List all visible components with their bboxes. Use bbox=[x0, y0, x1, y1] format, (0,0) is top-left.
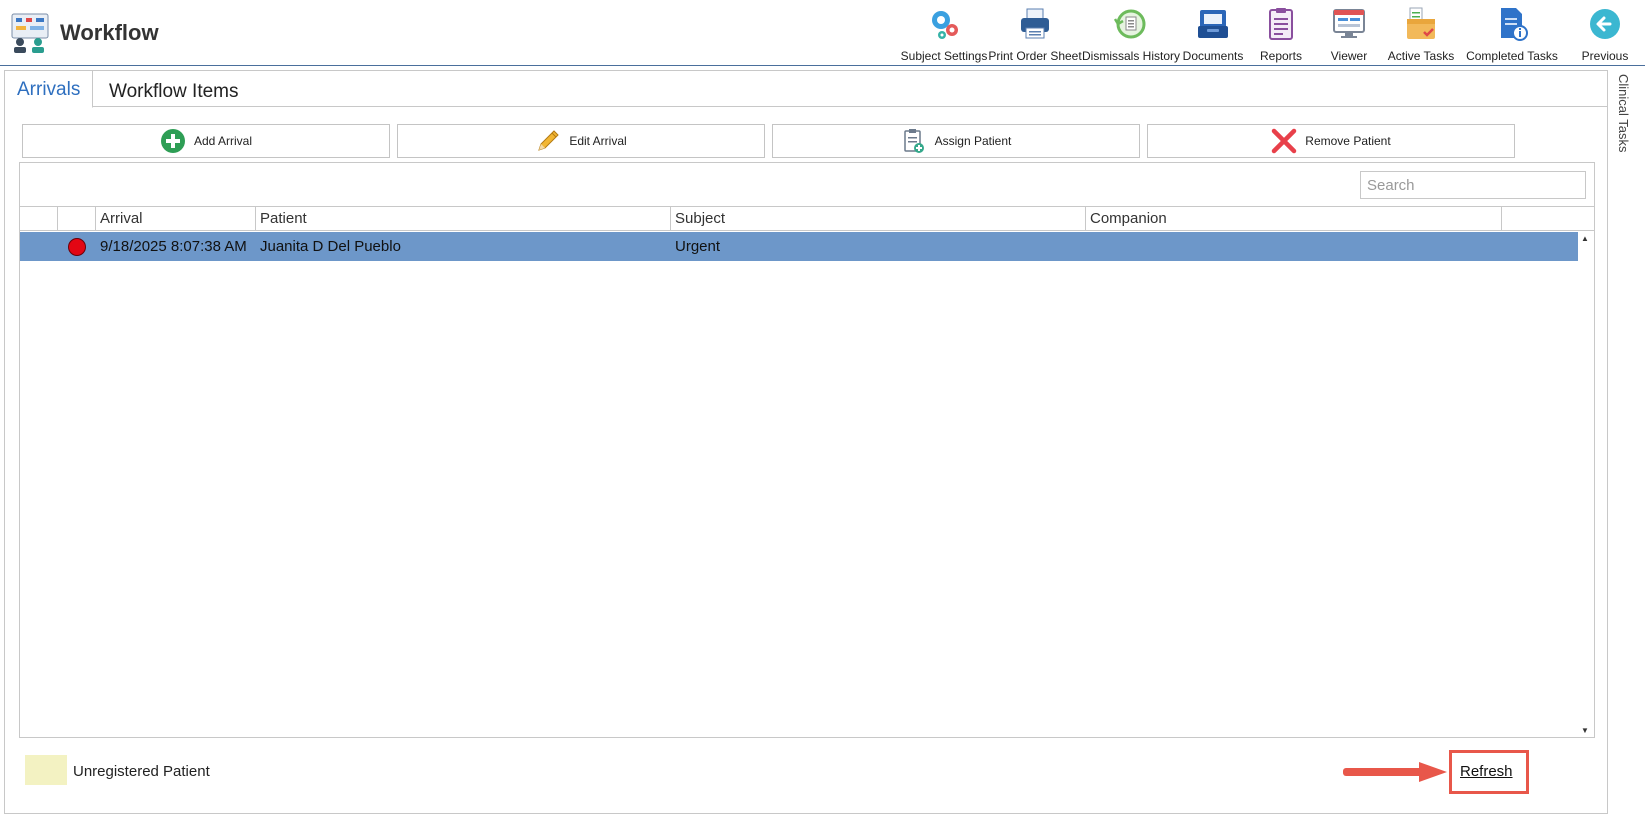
header-subject[interactable]: Subject bbox=[671, 207, 1086, 231]
documents-button[interactable]: Documents bbox=[1179, 0, 1247, 66]
previous-button[interactable]: Previous bbox=[1565, 0, 1645, 66]
app-title: Workflow bbox=[60, 20, 159, 45]
tab-arrivals[interactable]: Arrivals bbox=[5, 71, 93, 108]
cell-subject: Urgent bbox=[675, 238, 721, 255]
annotation-arrow-icon bbox=[1343, 762, 1447, 782]
print-order-sheet-button[interactable]: Print Order Sheet bbox=[987, 0, 1083, 66]
history-icon bbox=[1114, 9, 1146, 39]
grid-header: Arrival Patient Subject Companion bbox=[20, 206, 1594, 231]
workflow-window: Workflow Subject Settings Print Order Sh… bbox=[0, 0, 1645, 818]
scroll-down-icon[interactable]: ▼ bbox=[1581, 726, 1589, 735]
dismissals-history-button[interactable]: Dismissals History bbox=[1082, 0, 1180, 66]
header-companion[interactable]: Companion bbox=[1086, 207, 1502, 231]
header-status bbox=[58, 207, 96, 231]
header-patient[interactable]: Patient bbox=[256, 207, 671, 231]
pencil-icon bbox=[538, 130, 560, 151]
gears-icon bbox=[932, 11, 958, 39]
edit-arrival-button[interactable]: Edit Arrival bbox=[397, 124, 765, 158]
printer-icon bbox=[1021, 8, 1049, 39]
table-row[interactable]: 9/18/2025 8:07:38 AM Juanita D Del Puebl… bbox=[20, 232, 1578, 261]
vertical-scrollbar[interactable]: ▲ ▼ bbox=[1578, 232, 1594, 737]
grid-body: 9/18/2025 8:07:38 AM Juanita D Del Puebl… bbox=[20, 232, 1578, 737]
tab-workflow-items[interactable]: Workflow Items bbox=[97, 77, 251, 107]
assign-patient-button[interactable]: Assign Patient bbox=[772, 124, 1140, 158]
refresh-link[interactable]: Refresh bbox=[1460, 763, 1513, 780]
subject-settings-button[interactable]: Subject Settings bbox=[901, 0, 987, 66]
completed-tasks-button[interactable]: Completed Tasks bbox=[1459, 0, 1565, 66]
active-tasks-button[interactable]: Active Tasks bbox=[1383, 0, 1459, 66]
arrivals-grid: Arrival Patient Subject Companion 9/18/2… bbox=[19, 162, 1595, 738]
workflow-logo-icon bbox=[11, 13, 49, 53]
add-circle-icon bbox=[160, 129, 185, 153]
toolbar: Subject Settings Print Order Sheet Dismi… bbox=[901, 0, 1645, 66]
cell-patient: Juanita D Del Pueblo bbox=[260, 238, 401, 255]
add-arrival-button[interactable]: Add Arrival bbox=[22, 124, 390, 158]
back-arrow-icon bbox=[1590, 9, 1620, 39]
remove-patient-button[interactable]: Remove Patient bbox=[1147, 124, 1515, 158]
clipboard-add-icon bbox=[903, 129, 924, 153]
reports-button[interactable]: Reports bbox=[1247, 0, 1315, 66]
cell-companion bbox=[1086, 232, 1502, 261]
action-bar: Add Arrival Edit Arrival Assign Patient … bbox=[22, 124, 1596, 158]
document-info-icon bbox=[1501, 8, 1528, 41]
status-dot-icon bbox=[68, 238, 86, 256]
header-arrival[interactable]: Arrival bbox=[96, 207, 256, 231]
header-spacer bbox=[20, 207, 58, 231]
monitor-viewer-icon bbox=[1333, 9, 1365, 38]
cell-arrival: 9/18/2025 8:07:38 AM bbox=[100, 238, 247, 255]
clipboard-report-icon bbox=[1269, 8, 1293, 40]
red-x-icon bbox=[1272, 128, 1297, 154]
clinical-tasks-panel: Clinical Tasks bbox=[1612, 70, 1642, 814]
scroll-up-icon[interactable]: ▲ bbox=[1581, 234, 1589, 243]
footer-bar: Unregistered Patient Refresh bbox=[5, 747, 1607, 807]
clinical-tasks-tab[interactable]: Clinical Tasks bbox=[1616, 74, 1631, 153]
search-input[interactable] bbox=[1360, 171, 1586, 199]
task-box-icon bbox=[1407, 7, 1435, 39]
unregistered-legend-swatch bbox=[25, 755, 67, 785]
main-panel: Arrivals Workflow Items Add Arrival Edit… bbox=[4, 70, 1608, 814]
inbox-tray-icon bbox=[1198, 10, 1228, 38]
viewer-button[interactable]: Viewer bbox=[1315, 0, 1383, 66]
legend-label: Unregistered Patient bbox=[73, 763, 210, 780]
header-bar: Workflow Subject Settings Print Order Sh… bbox=[0, 0, 1645, 66]
tab-strip: Arrivals Workflow Items bbox=[5, 71, 1607, 108]
